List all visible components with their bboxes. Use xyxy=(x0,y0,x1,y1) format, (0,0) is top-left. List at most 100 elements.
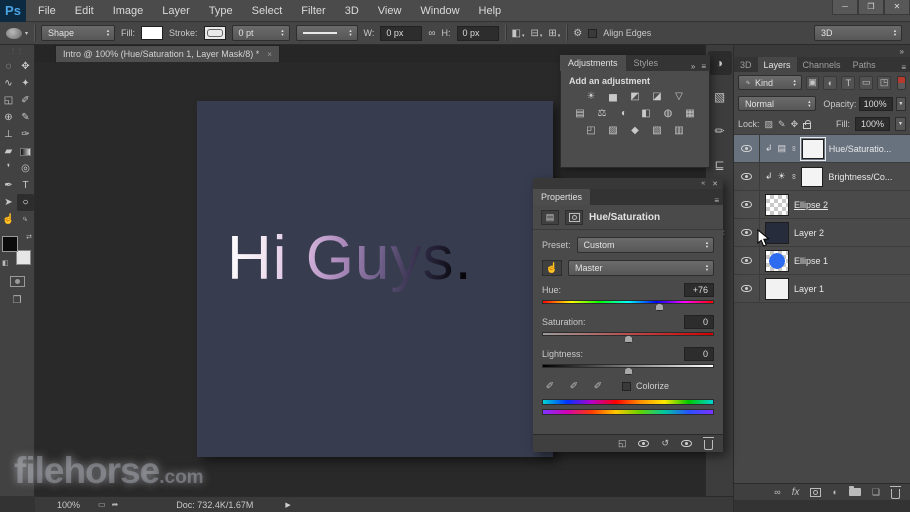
layer-thumbnail[interactable] xyxy=(765,194,789,216)
invert-icon[interactable]: ◰ xyxy=(584,124,599,137)
collapse-panel-icon[interactable]: « xyxy=(701,180,705,187)
lightness-slider[interactable] xyxy=(542,363,714,375)
saturation-field[interactable]: 0 xyxy=(684,315,714,329)
reset-icon[interactable]: ↺ xyxy=(661,438,669,449)
photo-filter-icon[interactable]: ◧ xyxy=(639,107,654,120)
maximize-button[interactable]: ❐ xyxy=(858,0,884,15)
layer-name[interactable]: Layer 2 xyxy=(794,228,824,238)
preset-dropdown[interactable]: Custom xyxy=(577,237,714,253)
quick-mask-button[interactable] xyxy=(10,276,25,287)
levels-icon[interactable]: ▅ xyxy=(606,90,621,103)
screen-mode-button[interactable]: ❐ xyxy=(13,295,22,306)
layer-style-icon[interactable]: fx xyxy=(792,487,800,498)
tab-paths[interactable]: Paths xyxy=(847,57,882,72)
tool-healing-brush[interactable]: ⊕ xyxy=(0,109,17,126)
panel-menu-icon[interactable]: ≡ xyxy=(901,63,910,72)
hue-saturation-icon[interactable]: ▤ xyxy=(573,107,588,120)
tool-ellipse-marquee[interactable]: ◌ xyxy=(0,58,17,75)
status-expand-icon[interactable]: ▶ xyxy=(285,501,290,509)
filter-type-layers-icon[interactable]: T xyxy=(841,76,855,90)
layer-thumbnail[interactable] xyxy=(765,278,789,300)
layer-mask-thumbnail[interactable] xyxy=(802,139,824,159)
layer-name[interactable]: Ellipse 1 xyxy=(794,256,828,266)
fill-field[interactable]: 100% xyxy=(855,117,890,131)
stroke-style-dropdown[interactable] xyxy=(296,25,358,41)
layer-row-ellipse-1[interactable]: Ellipse 1 xyxy=(734,247,910,275)
mask-link-icon[interactable]: ∞ xyxy=(789,174,798,180)
tab-layers[interactable]: Layers xyxy=(758,57,797,72)
view-previous-state-icon[interactable] xyxy=(638,440,649,447)
visibility-toggle[interactable] xyxy=(734,275,760,302)
shape-width-field[interactable]: 0 px xyxy=(380,26,422,41)
layer-row-hue-saturation[interactable]: ↳ ▤ ∞ Hue/Saturatio... xyxy=(734,135,910,163)
filter-pixel-layers-icon[interactable]: ▣ xyxy=(806,76,820,90)
lightness-field[interactable]: 0 xyxy=(684,347,714,361)
menu-edit[interactable]: Edit xyxy=(75,5,94,17)
delete-adjustment-icon[interactable] xyxy=(704,440,713,450)
lock-paint-icon[interactable]: ✎ xyxy=(778,119,786,130)
black-white-icon[interactable]: ◐ xyxy=(617,107,632,120)
fill-dropdown-icon[interactable]: ▼ xyxy=(895,117,906,131)
layer-name[interactable]: Hue/Saturatio... xyxy=(829,144,892,154)
visibility-toggle[interactable] xyxy=(734,247,760,274)
layer-row-ellipse-2[interactable]: Ellipse 2 xyxy=(734,191,910,219)
foreground-color-swatch[interactable] xyxy=(2,236,18,252)
close-button[interactable]: ✕ xyxy=(884,0,910,15)
tool-preset-picker[interactable]: ▾ xyxy=(6,28,28,39)
hue-slider[interactable] xyxy=(542,299,714,311)
opacity-dropdown-icon[interactable]: ▼ xyxy=(896,97,906,111)
new-layer-icon[interactable]: ❏ xyxy=(872,487,880,498)
menu-select[interactable]: Select xyxy=(252,5,283,17)
tool-eyedropper[interactable]: ✐ xyxy=(17,92,34,109)
tool-clone-stamp[interactable]: ⊥ xyxy=(0,126,17,143)
targeted-adjustment-button[interactable]: ☝ xyxy=(542,260,562,276)
hue-slider-thumb[interactable] xyxy=(655,303,664,311)
menu-file[interactable]: File xyxy=(38,5,56,17)
menu-type[interactable]: Type xyxy=(209,5,233,17)
delete-layer-icon[interactable] xyxy=(891,489,900,499)
brightness-contrast-icon[interactable]: ☀ xyxy=(584,90,599,103)
menu-filter[interactable]: Filter xyxy=(301,5,325,17)
adjustment-icon[interactable]: ▤ xyxy=(541,210,559,225)
align-edges-checkbox[interactable] xyxy=(588,29,597,38)
tool-history-brush[interactable]: ✑ xyxy=(17,126,34,143)
gradient-map-icon[interactable]: ▧ xyxy=(650,124,665,137)
tool-zoom[interactable]: ♀ xyxy=(13,207,37,231)
tool-lasso[interactable]: ∿ xyxy=(0,75,17,92)
tab-properties[interactable]: Properties xyxy=(533,189,590,205)
tab-3d[interactable]: 3D xyxy=(734,57,758,72)
menu-view[interactable]: View xyxy=(378,5,402,17)
preview-icon[interactable]: ▭ xyxy=(98,500,106,509)
menu-layer[interactable]: Layer xyxy=(162,5,190,17)
fill-swatch[interactable] xyxy=(141,26,163,40)
layer-row-brightness-contrast[interactable]: ↳ ☀ ∞ Brightness/Co... xyxy=(734,163,910,191)
color-balance-icon[interactable]: ⚖ xyxy=(595,107,610,120)
selective-color-icon[interactable]: ▥ xyxy=(672,124,687,137)
lock-all-icon[interactable] xyxy=(803,123,811,129)
new-group-icon[interactable] xyxy=(849,488,861,496)
filter-smart-objects-icon[interactable]: ◳ xyxy=(877,76,891,90)
document-tab[interactable]: Intro @ 100% (Hue/Saturation 1, Layer Ma… xyxy=(55,45,280,62)
tool-crop[interactable]: ◱ xyxy=(0,92,17,109)
close-panel-icon[interactable]: ✕ xyxy=(712,180,718,188)
layer-row-layer-1[interactable]: Layer 1 xyxy=(734,275,910,303)
eyedropper-subtract-icon[interactable]: ✐ xyxy=(590,379,606,393)
eyedropper-sample-icon[interactable]: ✐ xyxy=(542,379,558,393)
link-dimensions-icon[interactable]: ∞ xyxy=(428,28,435,39)
path-arrangement-button[interactable]: ⊞▾ xyxy=(548,28,560,39)
tab-adjustments[interactable]: Adjustments xyxy=(560,55,626,71)
layer-name[interactable]: Brightness/Co... xyxy=(828,172,892,182)
mask-link-icon[interactable]: ∞ xyxy=(789,146,798,152)
link-layers-icon[interactable]: ∞ xyxy=(774,487,780,497)
history-panel-icon[interactable]: ▧ xyxy=(708,85,732,109)
tab-channels[interactable]: Channels xyxy=(797,57,847,72)
minimize-button[interactable]: ─ xyxy=(832,0,858,15)
geometry-options-button[interactable]: ⚙ xyxy=(573,28,582,39)
filter-adjustment-layers-icon[interactable]: ◐ xyxy=(823,76,837,90)
tab-styles[interactable]: Styles xyxy=(626,55,667,71)
tool-dodge[interactable]: ◎ xyxy=(17,160,34,177)
layer-comps-panel-icon[interactable]: ⊑ xyxy=(708,153,732,177)
layer-name[interactable]: Layer 1 xyxy=(794,284,824,294)
panel-menu-icon[interactable]: ≡ xyxy=(701,62,706,71)
tool-move[interactable]: ✥ xyxy=(17,58,34,75)
